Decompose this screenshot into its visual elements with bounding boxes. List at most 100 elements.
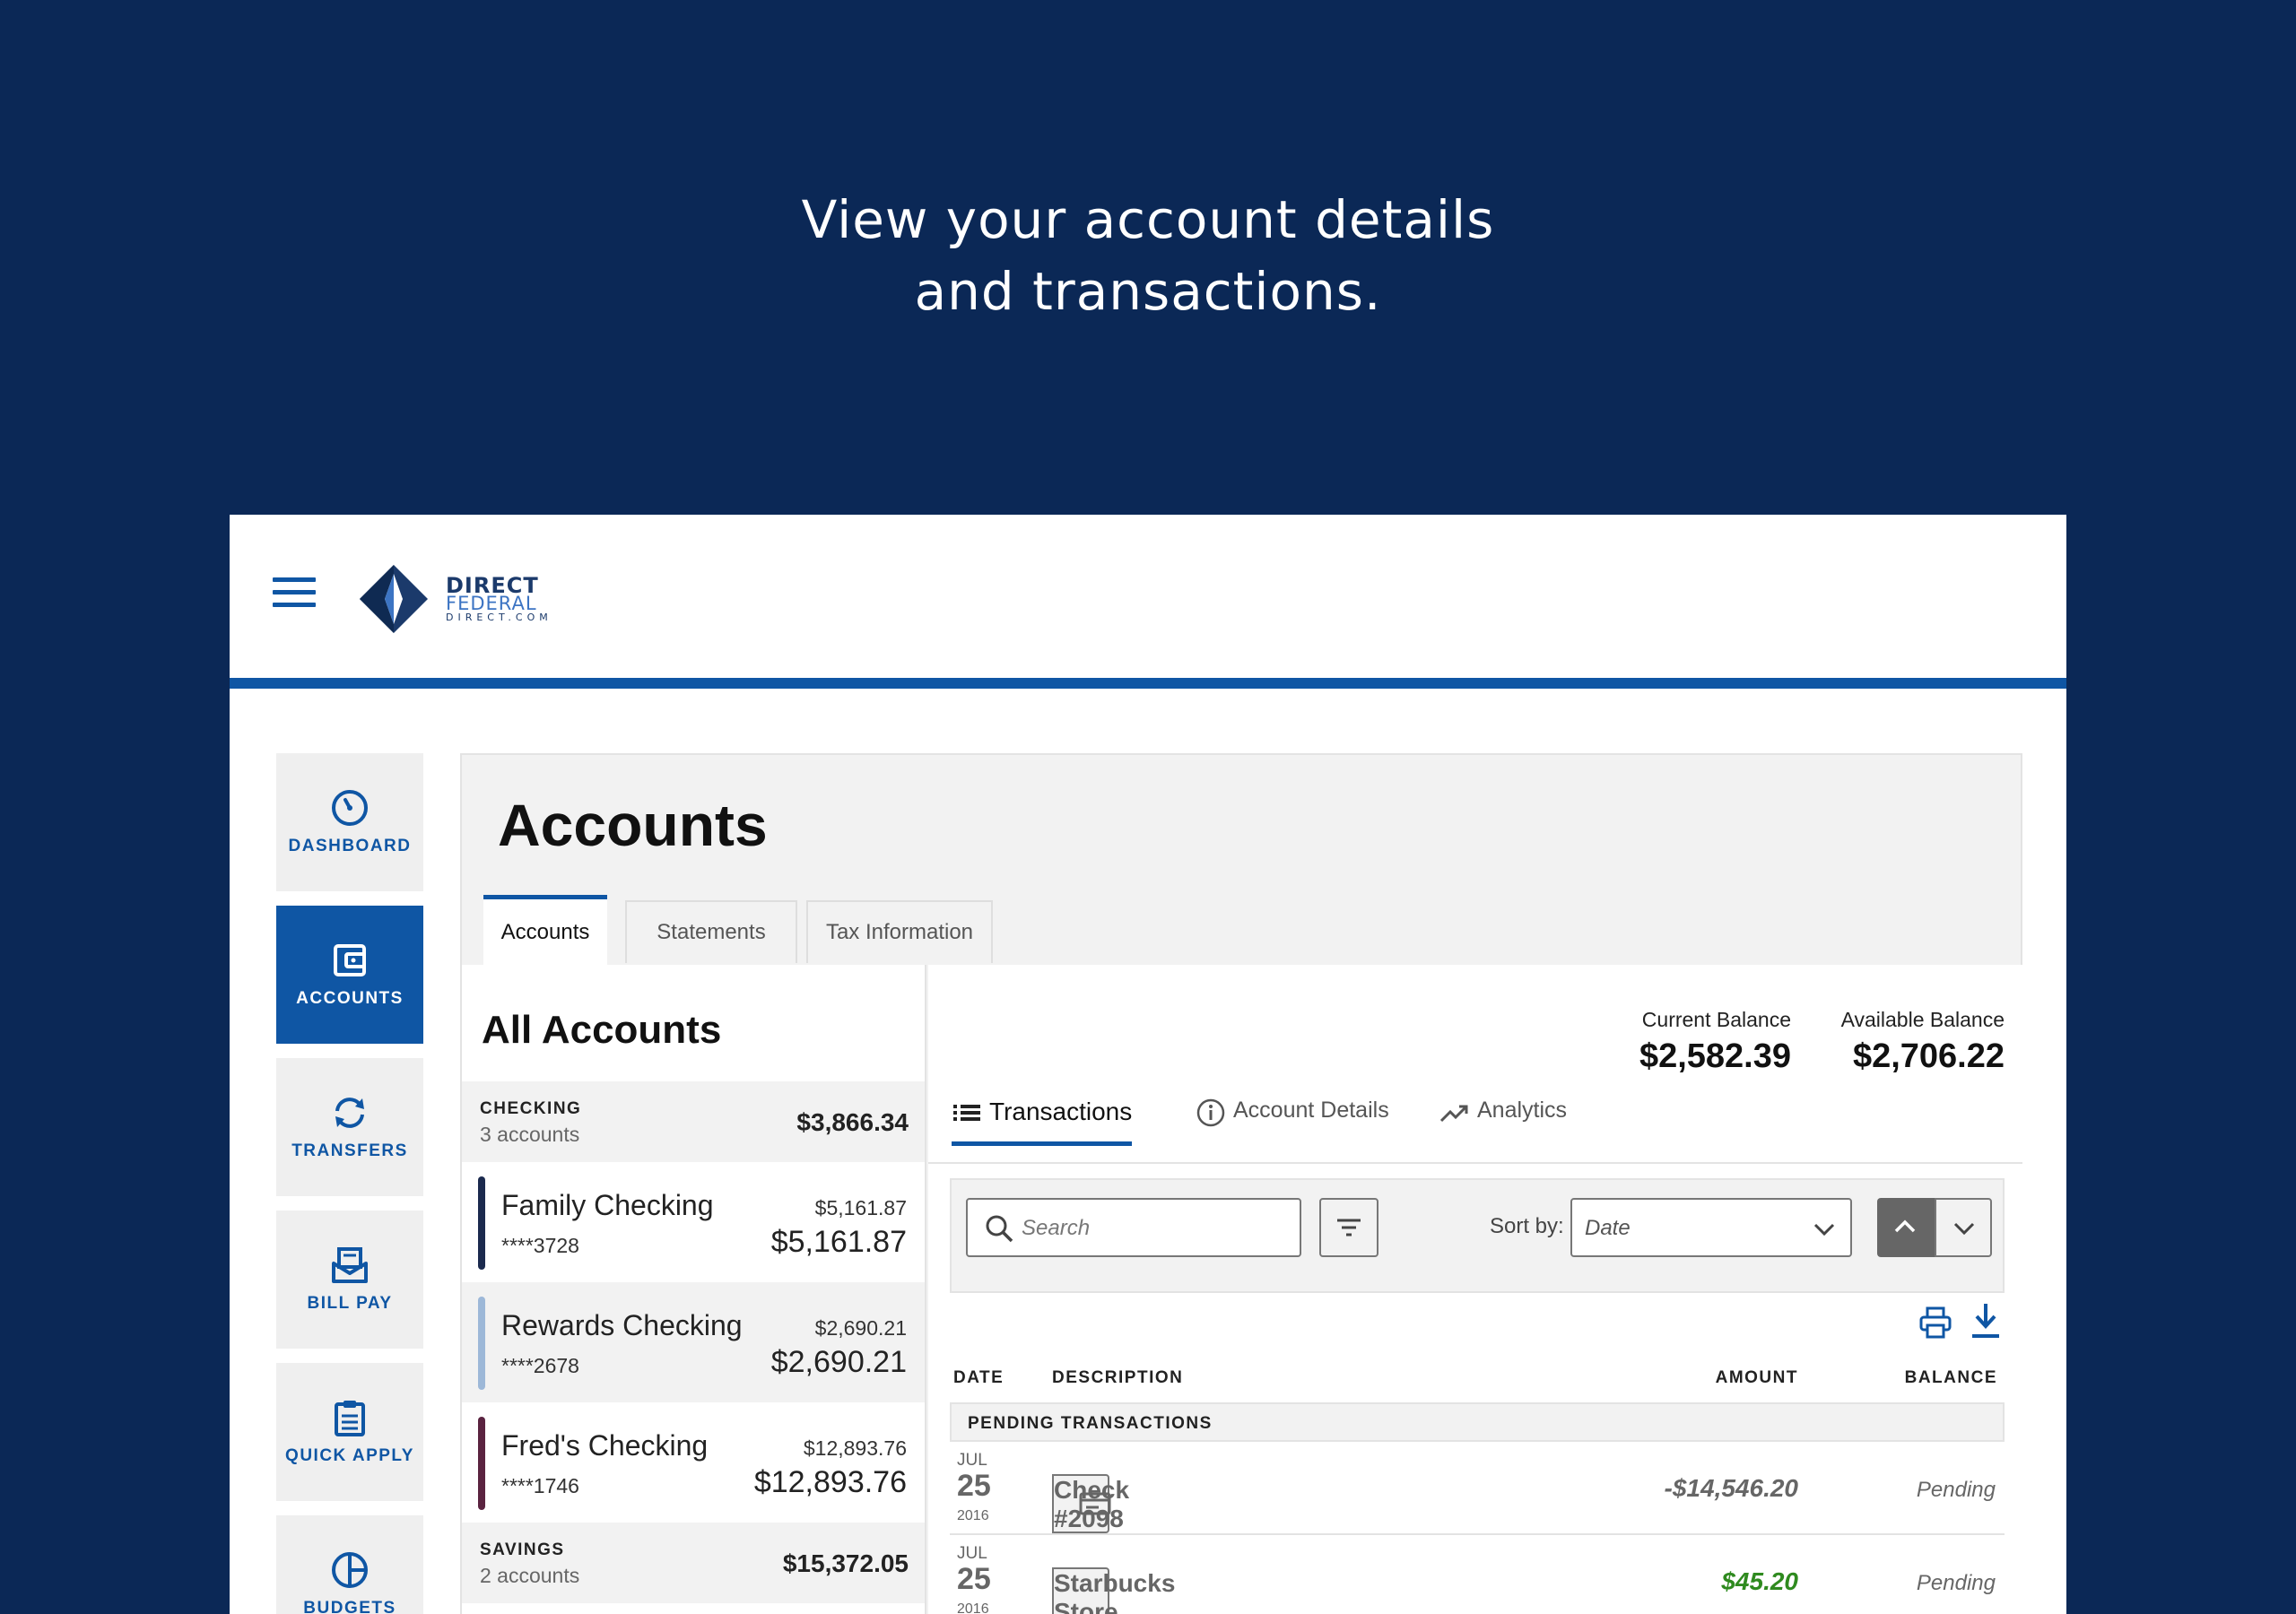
- sort-descending-button[interactable]: [1935, 1198, 1992, 1257]
- wallet-icon: [334, 944, 366, 976]
- tab-statements[interactable]: Statements: [625, 900, 797, 963]
- info-icon: [1196, 1098, 1225, 1127]
- column-amount[interactable]: AMOUNT: [1716, 1368, 1798, 1388]
- brand-logo[interactable]: DIRECT FEDERAL DIRECT.COM: [360, 563, 566, 635]
- nav-transfers[interactable]: TRANSFERS: [276, 1058, 423, 1196]
- subtab-analytics-label: Analytics: [1477, 1098, 1568, 1123]
- nav-accounts[interactable]: ACCOUNTS: [276, 906, 423, 1044]
- account-row-rewards-checking[interactable]: Rewards Checking ****2678 $2,690.21 $2,6…: [462, 1282, 925, 1402]
- nav-transfers-label: TRANSFERS: [291, 1141, 408, 1160]
- txn-day: 25: [957, 1562, 991, 1596]
- side-navigation: DASHBOARD ACCOUNTS TRANSFERS BILL PAY QU…: [276, 753, 423, 1614]
- nav-quick-apply[interactable]: QUICK APPLY: [276, 1363, 423, 1501]
- nav-budgets-label: BUDGETS: [303, 1599, 396, 1614]
- diamond-logo-icon: [360, 565, 428, 633]
- hero-heading: View your account details and transactio…: [0, 184, 2296, 327]
- account-balance: $2,690.21: [770, 1345, 907, 1379]
- chevron-down-icon: [1953, 1222, 1975, 1236]
- pending-transactions-header: PENDING TRANSACTIONS: [950, 1402, 2005, 1442]
- pending-transactions-label: PENDING TRANSACTIONS: [968, 1414, 1213, 1433]
- nav-budgets[interactable]: BUDGETS: [276, 1515, 423, 1614]
- txn-month: JUL: [957, 1544, 987, 1563]
- txn-description: Check #2098: [1052, 1474, 1129, 1533]
- txn-month: JUL: [957, 1451, 987, 1470]
- nav-quick-apply-label: QUICK APPLY: [285, 1446, 414, 1465]
- available-balance-label: Available Balance: [1840, 1008, 2005, 1031]
- list-icon: [953, 1105, 980, 1121]
- app-window: DIRECT FEDERAL DIRECT.COM DASHBOARD ACCO…: [230, 515, 2066, 1614]
- sort-select[interactable]: Date: [1570, 1198, 1852, 1257]
- header-accent-bar: [230, 678, 2066, 689]
- subtab-analytics[interactable]: Analytics: [1439, 1098, 1567, 1146]
- clipboard-icon: [335, 1401, 365, 1436]
- download-icon[interactable]: [1969, 1302, 2003, 1340]
- transactions-toolbar: Search Sort by: Date: [950, 1178, 2005, 1293]
- subtab-account-details-label: Account Details: [1233, 1098, 1389, 1123]
- txn-balance: Pending: [1916, 1478, 1996, 1502]
- account-color-bar: [478, 1417, 485, 1510]
- column-balance[interactable]: BALANCE: [1905, 1368, 1997, 1388]
- group-checking[interactable]: CHECKING 3 accounts $3,866.34: [462, 1081, 925, 1162]
- check-icon: [1079, 1492, 1111, 1515]
- txn-year: 2016: [957, 1601, 989, 1614]
- logo-domain: DIRECT.COM: [446, 612, 552, 623]
- group-count: 3 accounts: [480, 1123, 580, 1146]
- txn-day: 25: [957, 1469, 991, 1503]
- account-row-freds-checking[interactable]: Fred's Checking ****1746 $12,893.76 $12,…: [462, 1402, 925, 1523]
- txn-balance: Pending: [1916, 1571, 1996, 1595]
- group-savings[interactable]: SAVINGS 2 accounts $15,372.05: [462, 1523, 925, 1603]
- current-balance-value: $2,582.39: [1639, 1037, 1791, 1075]
- account-detail-panel: Current Balance $2,582.39 Available Bala…: [928, 965, 2022, 1614]
- nav-dashboard[interactable]: DASHBOARD: [276, 753, 423, 891]
- pie-chart-icon: [332, 1552, 368, 1588]
- column-description[interactable]: DESCRIPTION: [1052, 1368, 1183, 1388]
- current-balance: Current Balance $2,582.39: [1639, 1008, 1791, 1076]
- print-icon[interactable]: [1918, 1306, 1952, 1340]
- txn-description: Starbucks Store #230948: [1052, 1567, 1175, 1614]
- nav-bill-pay-label: BILL PAY: [307, 1294, 393, 1313]
- app-header: DIRECT FEDERAL DIRECT.COM: [230, 515, 2066, 689]
- sort-ascending-button[interactable]: [1877, 1198, 1935, 1257]
- account-balance: $12,893.76: [753, 1465, 907, 1499]
- account-number: ****1746: [501, 1474, 579, 1497]
- filter-button[interactable]: [1319, 1198, 1378, 1257]
- accounts-content: Accounts Accounts Statements Tax Informa…: [460, 753, 2022, 1614]
- account-number: ****2678: [501, 1354, 579, 1377]
- logo-line-federal: FEDERAL: [446, 593, 537, 614]
- group-total: $15,372.05: [782, 1549, 909, 1577]
- current-balance-label: Current Balance: [1641, 1008, 1791, 1031]
- txn-amount: -$14,546.20: [1664, 1474, 1798, 1502]
- account-name: Rewards Checking: [501, 1309, 743, 1341]
- search-placeholder: Search: [1022, 1216, 1091, 1240]
- subtab-transactions-label: Transactions: [989, 1098, 1133, 1125]
- hamburger-menu-icon[interactable]: [273, 577, 316, 608]
- search-input[interactable]: Search: [966, 1198, 1301, 1257]
- group-name: SAVINGS: [480, 1540, 565, 1559]
- transaction-row[interactable]: JUL 25 2016 Check #2098 -$14,546.20 Pend…: [950, 1442, 2005, 1535]
- available-balance: Available Balance $2,706.22: [1841, 1008, 2005, 1076]
- sort-by-label: Sort by:: [1490, 1214, 1564, 1238]
- available-balance-value: $2,706.22: [1852, 1037, 2005, 1075]
- chevron-down-icon: [1813, 1223, 1835, 1237]
- account-name: Family Checking: [501, 1189, 714, 1221]
- account-row-family-checking[interactable]: Family Checking ****3728 $5,161.87 $5,16…: [462, 1162, 925, 1282]
- subtab-account-details[interactable]: Account Details: [1196, 1098, 1389, 1146]
- all-accounts-heading: All Accounts: [482, 1008, 722, 1052]
- account-number: ****3728: [501, 1234, 579, 1257]
- chevron-up-icon: [1894, 1219, 1916, 1233]
- subtabs-divider: [928, 1162, 2022, 1164]
- tab-tax-information[interactable]: Tax Information: [806, 900, 993, 963]
- group-total: $3,866.34: [796, 1108, 909, 1136]
- column-date[interactable]: DATE: [953, 1368, 1004, 1388]
- tab-accounts[interactable]: Accounts: [483, 895, 607, 965]
- nav-dashboard-label: DASHBOARD: [288, 837, 412, 855]
- filter-icon: [1337, 1219, 1361, 1237]
- account-balance-small: $12,893.76: [803, 1436, 907, 1460]
- hero-line-2: and transactions.: [914, 261, 1382, 322]
- trend-icon: [1439, 1105, 1468, 1123]
- transaction-row[interactable]: JUL 25 2016 Starbucks Store #230948 $45.…: [950, 1535, 2005, 1614]
- nav-bill-pay[interactable]: BILL PAY: [276, 1210, 423, 1349]
- subtab-transactions[interactable]: Transactions: [952, 1098, 1133, 1146]
- nav-accounts-label: ACCOUNTS: [296, 989, 404, 1008]
- detail-subtabs: Transactions Account Details Analytics: [952, 1098, 2022, 1146]
